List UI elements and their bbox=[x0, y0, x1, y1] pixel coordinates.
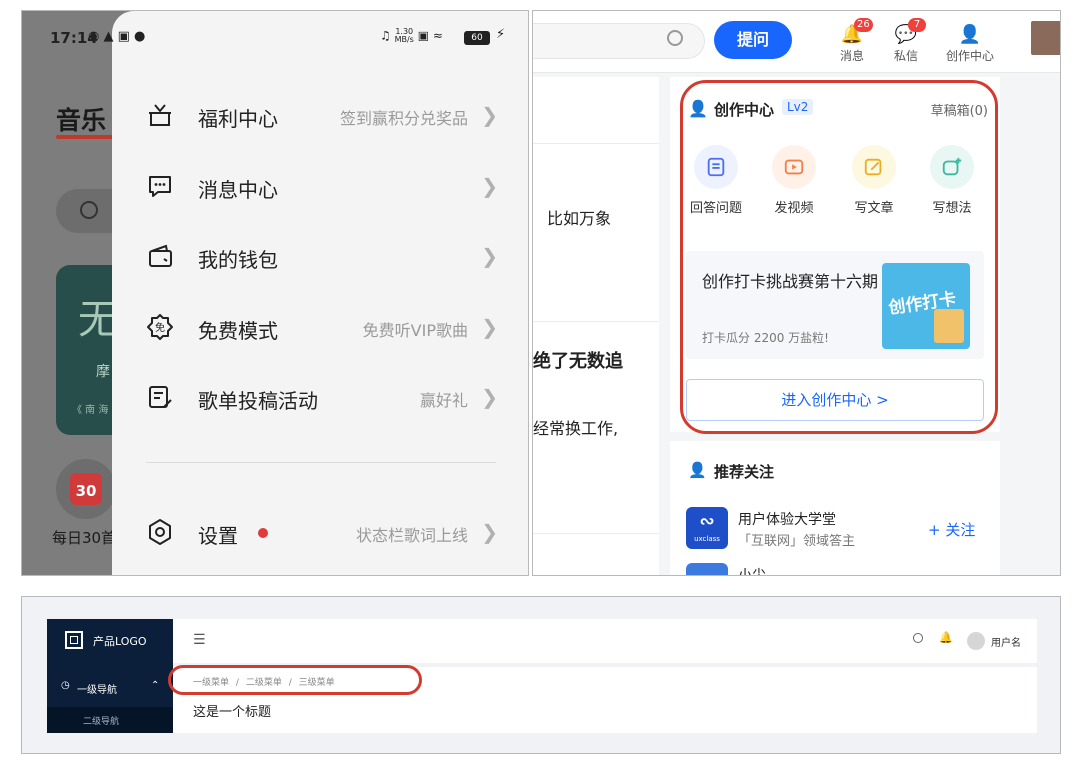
menu-label: 消息中心 bbox=[198, 178, 278, 202]
clock-icon: ◷ bbox=[61, 680, 70, 691]
private-messages-badge: 7 bbox=[908, 18, 926, 32]
highlight-annotation bbox=[168, 665, 422, 695]
user-name[interactable]: 用户体验大学堂 bbox=[738, 509, 836, 529]
status-right-icons: ♫ 1.30 MB/s ▣ ≈ bbox=[380, 28, 443, 44]
notification-dot bbox=[258, 528, 268, 538]
wifi-icon: ≈ bbox=[432, 28, 443, 43]
user-avatar[interactable]: ∾ uxclass bbox=[686, 507, 728, 549]
uxclass-logo-text: uxclass bbox=[694, 535, 720, 543]
bell-icon: 🔔 bbox=[840, 24, 864, 45]
menu-label: 歌单投稿活动 bbox=[198, 389, 318, 413]
search-icon[interactable] bbox=[913, 633, 923, 643]
menu-item-messages[interactable]: 消息中心 ❯ bbox=[112, 150, 528, 220]
mute-icon: ♫ bbox=[380, 28, 391, 43]
menu-item-settings[interactable]: 设置 状态栏歌词上线 ❯ bbox=[112, 496, 528, 566]
feed-title[interactable]: 绝了无数追 bbox=[533, 347, 623, 373]
page-title: 音乐 bbox=[56, 106, 107, 135]
page-title: 这是一个标题 bbox=[193, 705, 272, 720]
nav-creator-center[interactable]: 👤 创作中心 bbox=[940, 24, 1000, 64]
sidebar-logo: 产品LOGO bbox=[47, 619, 173, 663]
sim-icon: ▣ bbox=[417, 28, 430, 43]
nav-messages[interactable]: 🔔 26 消息 bbox=[822, 18, 882, 64]
album-card-subtext: 《 南 海 bbox=[72, 405, 109, 416]
music-app-panel: 音乐 无 摩 《 南 海 30 每日30首 17:14 ◉ ▲ ▣ ● ♫ 1.… bbox=[21, 10, 529, 576]
sidebar-item-label: 二级导航 bbox=[83, 717, 120, 727]
menu-label: 福利中心 bbox=[198, 107, 278, 131]
feed-column: 比如万象 绝了无数追 经常换工作, bbox=[533, 77, 659, 575]
logo-text: 产品LOGO bbox=[93, 635, 147, 648]
menu-label: 我的钱包 bbox=[198, 248, 278, 272]
calendar-icon: 30 bbox=[70, 473, 102, 505]
uxclass-logo-icon: ∾ bbox=[699, 511, 715, 532]
chevron-right-icon: ❯ bbox=[481, 103, 498, 127]
feed-divider bbox=[533, 321, 659, 322]
menu-label: 免费模式 bbox=[198, 319, 278, 343]
sidebar-item-label: 一级导航 bbox=[77, 685, 117, 696]
feed-snippet[interactable]: 经常换工作, bbox=[533, 415, 618, 439]
bell-icon[interactable]: 🔔 bbox=[939, 631, 953, 644]
charging-icon: ⚡ bbox=[496, 27, 506, 42]
nav-label: 私信 bbox=[893, 49, 918, 63]
messages-badge: 26 bbox=[854, 18, 873, 32]
settings-icon bbox=[149, 519, 171, 545]
chevron-right-icon: ❯ bbox=[481, 385, 498, 409]
qa-site-panel: 提问 🔔 26 消息 💬 7 私信 👤 创作中心 比如万象 绝了无数追 经常换工… bbox=[532, 10, 1061, 576]
message-icon bbox=[149, 176, 171, 197]
menu-item-wallet[interactable]: 我的钱包 ❯ bbox=[112, 220, 528, 290]
status-notification-icons: ◉ ▲ ▣ ● bbox=[88, 29, 146, 44]
playlist-edit-icon bbox=[149, 386, 172, 408]
search-icon[interactable] bbox=[667, 30, 683, 46]
menu-hint: 状态栏歌词上线 bbox=[355, 526, 468, 545]
battery-icon: 60 bbox=[464, 31, 490, 45]
svg-text:免: 免 bbox=[155, 321, 165, 334]
admin-layout-panel: 产品LOGO ◷ 一级导航 ⌃ 二级导航 ☰ 🔔 用户名 一级菜单 / 二级菜单… bbox=[21, 596, 1061, 754]
user-description: 「互联网」领域答主 bbox=[738, 534, 856, 549]
menu-item-welfare[interactable]: 福利中心 签到赢积分兑奖品 ❯ bbox=[112, 79, 528, 149]
username[interactable]: 用户名 bbox=[991, 634, 1021, 649]
net-speed: 1.30 MB/s bbox=[394, 27, 414, 44]
header: ☰ 🔔 用户名 bbox=[173, 619, 1037, 663]
chevron-up-icon: ⌃ bbox=[151, 680, 160, 691]
sidebar-subitem[interactable]: 二级导航 bbox=[47, 707, 173, 733]
album-card-text: 摩 bbox=[96, 364, 110, 380]
feed-divider bbox=[533, 143, 659, 144]
highlight-annotation bbox=[680, 80, 998, 434]
title-underline bbox=[56, 135, 120, 139]
logo-icon bbox=[65, 631, 83, 649]
gift-icon bbox=[149, 104, 171, 126]
nav-label: 创作中心 bbox=[945, 49, 994, 63]
avatar[interactable] bbox=[967, 632, 985, 650]
menu-hint: 赢好礼 bbox=[419, 391, 468, 410]
add-user-icon: 👤 bbox=[688, 461, 707, 479]
chevron-right-icon: ❯ bbox=[481, 315, 498, 339]
user-avatar[interactable] bbox=[686, 563, 728, 575]
search-icon bbox=[80, 201, 98, 219]
menu-divider bbox=[146, 462, 496, 463]
daily-label: 每日30首 bbox=[52, 529, 117, 547]
nav-label: 消息 bbox=[839, 49, 864, 63]
feed-divider bbox=[533, 533, 659, 534]
nav-private-messages[interactable]: 💬 7 私信 bbox=[876, 18, 936, 64]
recommend-title: 推荐关注 bbox=[714, 463, 775, 481]
menu-toggle-icon[interactable]: ☰ bbox=[193, 632, 206, 648]
feed-snippet[interactable]: 比如万象 bbox=[547, 205, 611, 229]
recommend-card: 👤 推荐关注 ∾ uxclass 用户体验大学堂 「互联网」领域答主 + 关注 … bbox=[670, 441, 1000, 575]
chevron-right-icon: ❯ bbox=[481, 244, 498, 268]
menu-hint: 签到赢积分兑奖品 bbox=[339, 109, 468, 128]
chevron-right-icon: ❯ bbox=[481, 174, 498, 198]
menu-hint: 免费听VIP歌曲 bbox=[362, 321, 468, 340]
user-name[interactable]: 小尖 bbox=[738, 565, 766, 575]
wallet-icon bbox=[149, 244, 172, 267]
chat-icon: 💬 bbox=[894, 24, 918, 45]
chevron-right-icon: ❯ bbox=[481, 520, 498, 544]
sidebar-item-level1[interactable]: ◷ 一级导航 ⌃ bbox=[47, 675, 173, 701]
menu-item-playlist-submission[interactable]: 歌单投稿活动 赢好礼 ❯ bbox=[112, 361, 528, 431]
follow-button[interactable]: + 关注 bbox=[928, 519, 975, 540]
free-badge-icon: 免 bbox=[147, 314, 173, 340]
creator-icon: 👤 bbox=[958, 24, 982, 45]
avatar[interactable] bbox=[1031, 21, 1060, 55]
menu-label: 设置 bbox=[198, 524, 238, 548]
ask-button[interactable]: 提问 bbox=[714, 21, 792, 59]
menu-item-free-mode[interactable]: 免 免费模式 免费听VIP歌曲 ❯ bbox=[112, 291, 528, 361]
